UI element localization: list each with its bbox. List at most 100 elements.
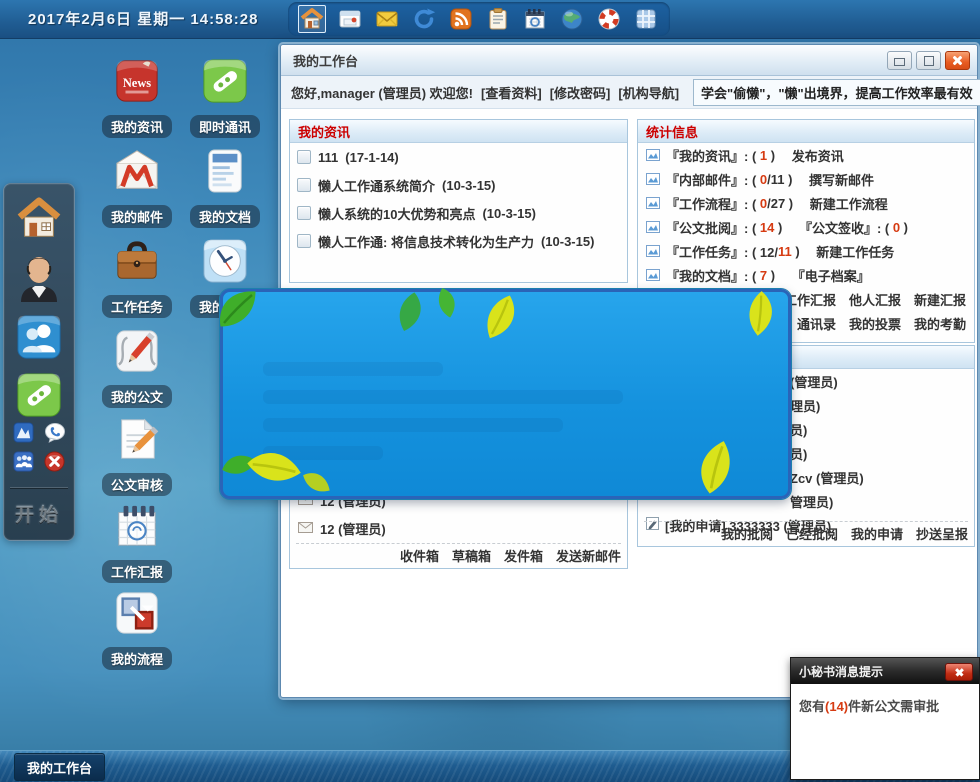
stat-link[interactable]: 工作汇报 <box>784 290 836 309</box>
footer-link[interactable]: 我的批阅 <box>721 524 773 543</box>
leaf-icon <box>384 284 433 335</box>
desktop-icon-tasks[interactable]: 工作任务 <box>95 238 179 318</box>
news-item[interactable]: 111 (17-1-14) <box>290 143 627 171</box>
news-list: 111 (17-1-14)懒人工作通系统简介 (10-3-15)懒人系统的10大… <box>290 143 627 255</box>
desktop-icon-documents[interactable]: 我的公文 <box>95 328 179 408</box>
checkbox-icon[interactable] <box>297 206 311 220</box>
checkbox-icon[interactable] <box>297 150 311 164</box>
stat-text: /11 ) <box>767 172 792 187</box>
footer-link[interactable]: 收件箱 <box>400 546 439 565</box>
news-date: (10-3-15) <box>482 206 535 221</box>
stat-count: 0 <box>760 172 767 187</box>
stat-link[interactable]: 撰写新邮件 <box>809 170 874 189</box>
stat-link[interactable]: 我的投票 <box>849 314 901 333</box>
stat-link[interactable]: 『电子档案』 <box>792 266 870 285</box>
desktop-icon-docs[interactable]: 我的文档 <box>183 148 267 228</box>
notepad-icon[interactable] <box>485 6 511 32</box>
close-icon[interactable] <box>44 451 65 472</box>
stat-link[interactable]: 我的考勤 <box>914 314 966 333</box>
globe-icon[interactable] <box>559 6 585 32</box>
quick-launch-toolbar <box>288 2 670 36</box>
news-item[interactable]: 懒人工作通系统简介 (10-3-15) <box>290 171 627 199</box>
view-profile-link[interactable]: [查看资料] <box>481 83 542 102</box>
taskbar-item-workbench[interactable]: 我的工作台 <box>14 753 105 781</box>
home-icon[interactable] <box>4 196 74 242</box>
clock-icon <box>202 238 248 289</box>
org-navigation-link[interactable]: [机构导航] <box>618 83 679 102</box>
footer-link[interactable]: 草稿箱 <box>452 546 491 565</box>
grid-icon[interactable] <box>633 6 659 32</box>
stat-row: 『工作流程』: ( 0/27 ) 新建工作流程 <box>638 191 974 215</box>
desktop-icon-flow[interactable]: 我的流程 <box>95 590 179 670</box>
leaf-icon <box>730 283 787 340</box>
minimize-button[interactable] <box>887 51 912 70</box>
stat-text <box>800 242 817 261</box>
maximize-button[interactable] <box>916 51 941 70</box>
datetime-display: 2017年2月6日 星期一 14:58:28 <box>28 8 258 29</box>
desktop-icon-news[interactable]: News 我的资讯 <box>95 58 179 138</box>
change-password-link[interactable]: [修改密码] <box>550 83 611 102</box>
home-icon[interactable] <box>298 5 326 33</box>
stat-count: 0 <box>760 196 767 211</box>
news-item[interactable]: 懒人工作通: 将信息技术转化为生产力 (10-3-15) <box>290 227 627 255</box>
rss-icon[interactable] <box>448 6 474 32</box>
stat-icon <box>646 245 660 257</box>
checkbox-icon[interactable] <box>297 234 311 248</box>
footer-link[interactable]: 已经批阅 <box>786 524 838 543</box>
window-titlebar[interactable]: 我的工作台 <box>281 45 977 76</box>
footer-link[interactable]: 发送新邮件 <box>556 546 621 565</box>
leaf-icon <box>473 287 526 343</box>
community-icon[interactable] <box>13 451 34 472</box>
start-button[interactable]: 开始 <box>4 500 74 527</box>
approval-item-text: 员) <box>790 444 807 463</box>
mail-window-icon[interactable] <box>337 6 363 32</box>
desktop-icon-mail[interactable]: 我的邮件 <box>95 148 179 228</box>
stat-text <box>775 266 792 285</box>
stat-text: ) <box>767 268 775 283</box>
stat-icon <box>646 221 660 233</box>
stat-row: 『我的文档』: ( 7 ) 『电子档案』 <box>638 263 974 287</box>
calendar-icon[interactable] <box>522 6 548 32</box>
stat-icon <box>646 149 660 161</box>
stat-link[interactable]: 新建工作流程 <box>810 194 888 213</box>
news-item[interactable]: 懒人系统的10大优势和亮点 (10-3-15) <box>290 199 627 227</box>
desktop-icon-im[interactable]: 即时通讯 <box>183 58 267 138</box>
mail-item[interactable]: 12 (管理员) <box>290 514 627 542</box>
popup-close-button[interactable] <box>945 663 973 681</box>
checkbox-icon[interactable] <box>297 178 311 192</box>
stat-link[interactable]: 发布资讯 <box>792 146 844 165</box>
stat-link[interactable]: 新建工作任务 <box>816 242 894 261</box>
phone-chat-icon[interactable] <box>44 422 65 443</box>
desktop-icon-label: 公文审核 <box>102 473 172 496</box>
stat-text <box>792 170 809 189</box>
news-date: (10-3-15) <box>541 234 594 249</box>
promo-overlay-box[interactable] <box>220 289 791 499</box>
stat-icon <box>646 173 660 185</box>
footer-link[interactable]: 发件箱 <box>504 546 543 565</box>
contacts-icon[interactable] <box>4 314 74 360</box>
stat-link[interactable]: 新建汇报 <box>914 290 966 309</box>
stat-link[interactable]: 他人汇报 <box>849 290 901 309</box>
envelope-icon[interactable] <box>374 6 400 32</box>
footer-link[interactable]: 我的申请 <box>851 524 903 543</box>
close-button[interactable] <box>945 51 970 70</box>
help-icon[interactable] <box>596 6 622 32</box>
desktop-icon-report[interactable]: 工作汇报 <box>95 503 179 583</box>
popup-titlebar[interactable]: 小秘书消息提示 <box>791 658 979 684</box>
approval-item-text: (管理员) <box>790 372 838 391</box>
greeting-text: 您好,manager (管理员) 欢迎您! <box>291 83 473 102</box>
footer-link[interactable]: 抄送呈报 <box>916 524 968 543</box>
desktop-icon-review[interactable]: 公文审核 <box>95 416 179 496</box>
refresh-icon[interactable] <box>411 6 437 32</box>
user-avatar[interactable] <box>4 250 74 302</box>
stat-text: 『我的文档』: ( <box>666 266 760 285</box>
stat-count: 11 <box>778 244 792 259</box>
top-bar: 2017年2月6日 星期一 14:58:28 <box>0 0 980 39</box>
browser-icon[interactable] <box>13 422 34 443</box>
stat-link[interactable]: 通讯录 <box>797 314 836 333</box>
messenger-icon <box>202 58 248 109</box>
apply-footer-links: 我的批阅已经批阅我的申请抄送呈报 <box>644 521 968 544</box>
stat-text <box>775 146 792 165</box>
messenger-icon[interactable] <box>4 372 74 418</box>
stat-row: 『内部邮件』: ( 0/11 ) 撰写新邮件 <box>638 167 974 191</box>
